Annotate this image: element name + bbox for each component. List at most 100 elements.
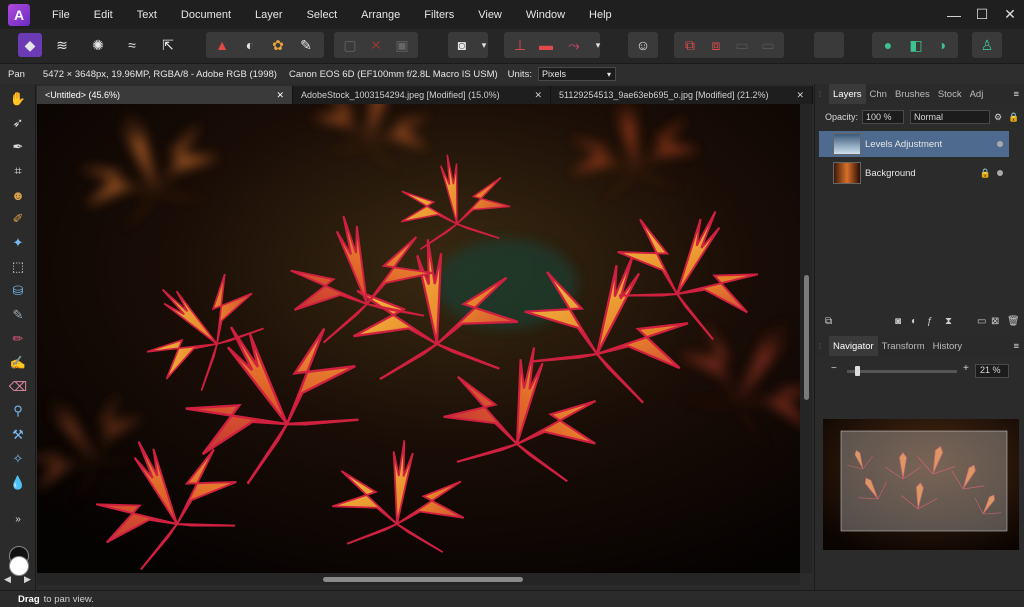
tab-history[interactable]: History [929, 341, 967, 352]
minimize-button[interactable]: — [940, 0, 968, 29]
menu-filters[interactable]: Filters [412, 9, 466, 21]
view-tool-icon[interactable]: ✋ [7, 88, 29, 110]
horizontal-scroll-thumb[interactable] [323, 577, 523, 582]
menu-arrange[interactable]: Arrange [349, 9, 412, 21]
close-tab-icon[interactable]: ✕ [534, 90, 542, 101]
menu-edit[interactable]: Edit [82, 9, 125, 21]
pixel-layer-icon[interactable]: ⧗ [945, 316, 952, 327]
auto-contrast-icon[interactable]: ◐ [238, 33, 262, 57]
units-select[interactable]: Pixels ▾ [537, 67, 616, 81]
flip-vertical-icon[interactable]: ▭ [756, 33, 780, 57]
navigator-preview[interactable] [823, 419, 1019, 550]
assistant-icon[interactable]: ☺ [631, 33, 655, 57]
visibility-dot-icon[interactable] [997, 170, 1003, 176]
close-tab-icon[interactable]: ✕ [796, 90, 804, 101]
tab-transform[interactable]: Transform [878, 341, 929, 352]
marquee-tool-icon[interactable]: ⬚ [7, 256, 29, 278]
vertical-scroll-thumb[interactable] [804, 275, 809, 400]
zoom-slider-handle[interactable] [855, 366, 860, 376]
auto-levels-icon[interactable]: ▲ [210, 33, 234, 57]
chevron-down-icon[interactable]: ▾ [586, 33, 610, 57]
close-window-button[interactable]: ✕ [996, 0, 1024, 29]
swap-colors-icon[interactable]: ◀ [4, 574, 11, 585]
visibility-dot-icon[interactable] [997, 141, 1003, 147]
order-back-icon[interactable]: ⧉ [678, 33, 702, 57]
tab-document-2[interactable]: AdobeStock_1003154294.jpeg [Modified] (1… [293, 86, 551, 104]
add-layer-icon[interactable]: ⊠ [991, 316, 999, 327]
intersect-icon[interactable]: ◑ [930, 33, 954, 57]
menu-view[interactable]: View [466, 9, 514, 21]
layer-row-levels[interactable]: Levels Adjustment [819, 131, 1009, 157]
snapping-icon[interactable]: ⊥ [508, 33, 532, 57]
menu-select[interactable]: Select [295, 9, 350, 21]
more-tools-icon[interactable]: » [7, 508, 29, 530]
paint-brush-tool-icon[interactable]: ✏ [7, 328, 29, 350]
layer-lock-icon[interactable]: 🔒 [980, 168, 991, 179]
mask-layer-icon[interactable]: ◙ [895, 316, 901, 327]
reset-colors-icon[interactable]: ▶ [24, 574, 31, 585]
flood-fill-tool-icon[interactable]: ⛁ [7, 280, 29, 302]
layer-settings-icon[interactable]: ⧉ [825, 316, 832, 327]
menu-document[interactable]: Document [169, 9, 243, 21]
chevron-down-icon[interactable]: ▾ [472, 33, 496, 57]
liquify-persona-icon[interactable]: ≋ [50, 33, 74, 57]
account-icon[interactable]: ♙ [975, 33, 999, 57]
select-all-icon[interactable]: ▢ [338, 33, 362, 57]
flip-horizontal-icon[interactable]: ▭ [730, 33, 754, 57]
inpainting-tool-icon[interactable]: ⚒ [7, 424, 29, 446]
export-persona-icon[interactable]: ⇱ [156, 33, 180, 57]
invert-selection-icon[interactable]: ▣ [390, 33, 414, 57]
opacity-field[interactable]: 100 % [862, 110, 905, 124]
lock-icon[interactable]: 🔒 [1008, 112, 1019, 123]
adjustment-layer-icon[interactable]: ◐ [911, 316, 917, 327]
subtract-icon[interactable]: ◧ [904, 33, 928, 57]
zoom-field[interactable]: 21 % [975, 364, 1009, 378]
layer-row-background[interactable]: Background 🔒 [819, 160, 1009, 186]
sharpen-tool-icon[interactable]: 💧 [7, 472, 29, 494]
color-picker-tool-icon[interactable]: ✒ [7, 136, 29, 158]
quick-mask-icon[interactable]: ◙ [450, 33, 474, 57]
menu-text[interactable]: Text [125, 9, 169, 21]
blend-mode-select[interactable]: Normal [910, 110, 991, 124]
menu-layer[interactable]: Layer [243, 9, 295, 21]
delete-layer-icon[interactable]: 🗑 [1007, 316, 1020, 327]
tab-layers[interactable]: Layers [829, 84, 866, 104]
force-pixel-alignment-icon[interactable]: ▬ [534, 33, 558, 57]
erase-tool-icon[interactable]: ⌫ [7, 376, 29, 398]
develop-persona-icon[interactable]: ✺ [86, 33, 110, 57]
close-tab-icon[interactable]: ✕ [276, 90, 284, 101]
deselect-icon[interactable]: ✕ [364, 33, 388, 57]
tab-stock[interactable]: Stock [934, 89, 966, 100]
blur-brush-tool-icon[interactable]: ✧ [7, 448, 29, 470]
tab-adjustments[interactable]: Adj [966, 89, 988, 100]
document-canvas[interactable] [37, 104, 800, 573]
dodge-tool-icon[interactable]: ✍ [7, 352, 29, 374]
tab-document-3[interactable]: 51129254513_9ae63eb695_o.jpg [Modified] … [551, 86, 813, 104]
selection-brush-tool-icon[interactable]: ☻ [7, 184, 29, 206]
panel-menu-icon[interactable]: ≡ [1013, 89, 1024, 100]
tab-document-1[interactable]: <Untitled> (45.6%) ✕ [37, 86, 293, 104]
gradient-tool-icon[interactable]: ✎ [7, 304, 29, 326]
photo-persona-icon[interactable]: ◆ [18, 33, 42, 57]
refine-tool-icon[interactable]: ✐ [7, 208, 29, 230]
crop-tool-icon[interactable]: ⌗ [7, 160, 29, 182]
clone-tool-icon[interactable]: ⚲ [7, 400, 29, 422]
zoom-out-button[interactable]: − [831, 363, 837, 374]
blend-options-gear-icon[interactable]: ⚙ [994, 112, 1002, 123]
zoom-in-button[interactable]: + [963, 363, 969, 374]
tab-channels[interactable]: Chn [866, 89, 891, 100]
auto-colors-icon[interactable]: ✿ [266, 33, 290, 57]
maximize-button[interactable]: ☐ [968, 0, 996, 29]
menu-help[interactable]: Help [577, 9, 624, 21]
auto-white-balance-icon[interactable]: ✎ [294, 33, 318, 57]
move-tool-icon[interactable]: ➶ [7, 112, 29, 134]
panel-menu-icon[interactable]: ≡ [1013, 341, 1024, 352]
menu-file[interactable]: File [40, 9, 82, 21]
tab-brushes[interactable]: Brushes [891, 89, 934, 100]
live-filter-icon[interactable]: ƒ [927, 316, 933, 327]
tab-navigator[interactable]: Navigator [829, 336, 878, 356]
move-by-whole-pixels-icon[interactable]: ⤳ [562, 33, 586, 57]
zoom-slider[interactable] [847, 370, 957, 373]
menu-window[interactable]: Window [514, 9, 577, 21]
primary-color-swatch[interactable] [9, 556, 29, 576]
